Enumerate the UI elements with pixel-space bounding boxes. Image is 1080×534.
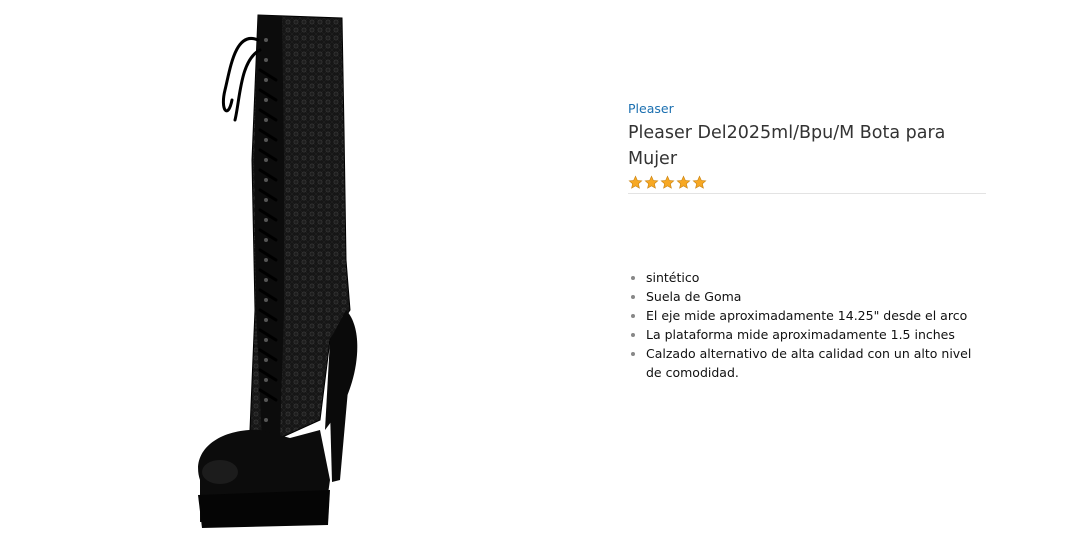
star-icon bbox=[692, 175, 707, 189]
feature-item: Calzado alternativo de alta calidad con … bbox=[628, 344, 986, 382]
divider bbox=[628, 193, 986, 194]
feature-item: La plataforma mide aproximadamente 1.5 i… bbox=[628, 325, 986, 344]
bullet-icon bbox=[631, 352, 635, 356]
feature-item: Suela de Goma bbox=[628, 287, 986, 306]
product-details: Pleaser Pleaser Del2025ml/Bpu/M Bota par… bbox=[628, 98, 986, 382]
star-rating[interactable] bbox=[628, 175, 986, 191]
feature-text: El eje mide aproximadamente 14.25" desde… bbox=[646, 308, 968, 323]
product-title: Pleaser Del2025ml/Bpu/M Bota para Mujer bbox=[628, 123, 946, 169]
feature-item: sintético bbox=[628, 268, 986, 287]
bullet-icon bbox=[631, 295, 635, 299]
brand-link[interactable]: Pleaser bbox=[628, 100, 674, 118]
feature-text: Calzado alternativo de alta calidad con … bbox=[646, 346, 972, 380]
bullet-icon bbox=[631, 333, 635, 337]
product-page: Pleaser Pleaser Del2025ml/Bpu/M Bota par… bbox=[0, 0, 1080, 534]
bullet-icon bbox=[631, 276, 635, 280]
feature-text: sintético bbox=[646, 270, 700, 285]
star-icon bbox=[660, 175, 675, 189]
feature-item: El eje mide aproximadamente 14.25" desde… bbox=[628, 306, 986, 325]
product-image[interactable] bbox=[180, 10, 380, 530]
star-icon bbox=[676, 175, 691, 189]
bullet-icon bbox=[631, 314, 635, 318]
star-icon bbox=[628, 175, 643, 189]
feature-text: Suela de Goma bbox=[646, 289, 742, 304]
feature-list: sintético Suela de Goma El eje mide apro… bbox=[628, 268, 986, 382]
feature-text: La plataforma mide aproximadamente 1.5 i… bbox=[646, 327, 955, 342]
star-icon bbox=[644, 175, 659, 189]
